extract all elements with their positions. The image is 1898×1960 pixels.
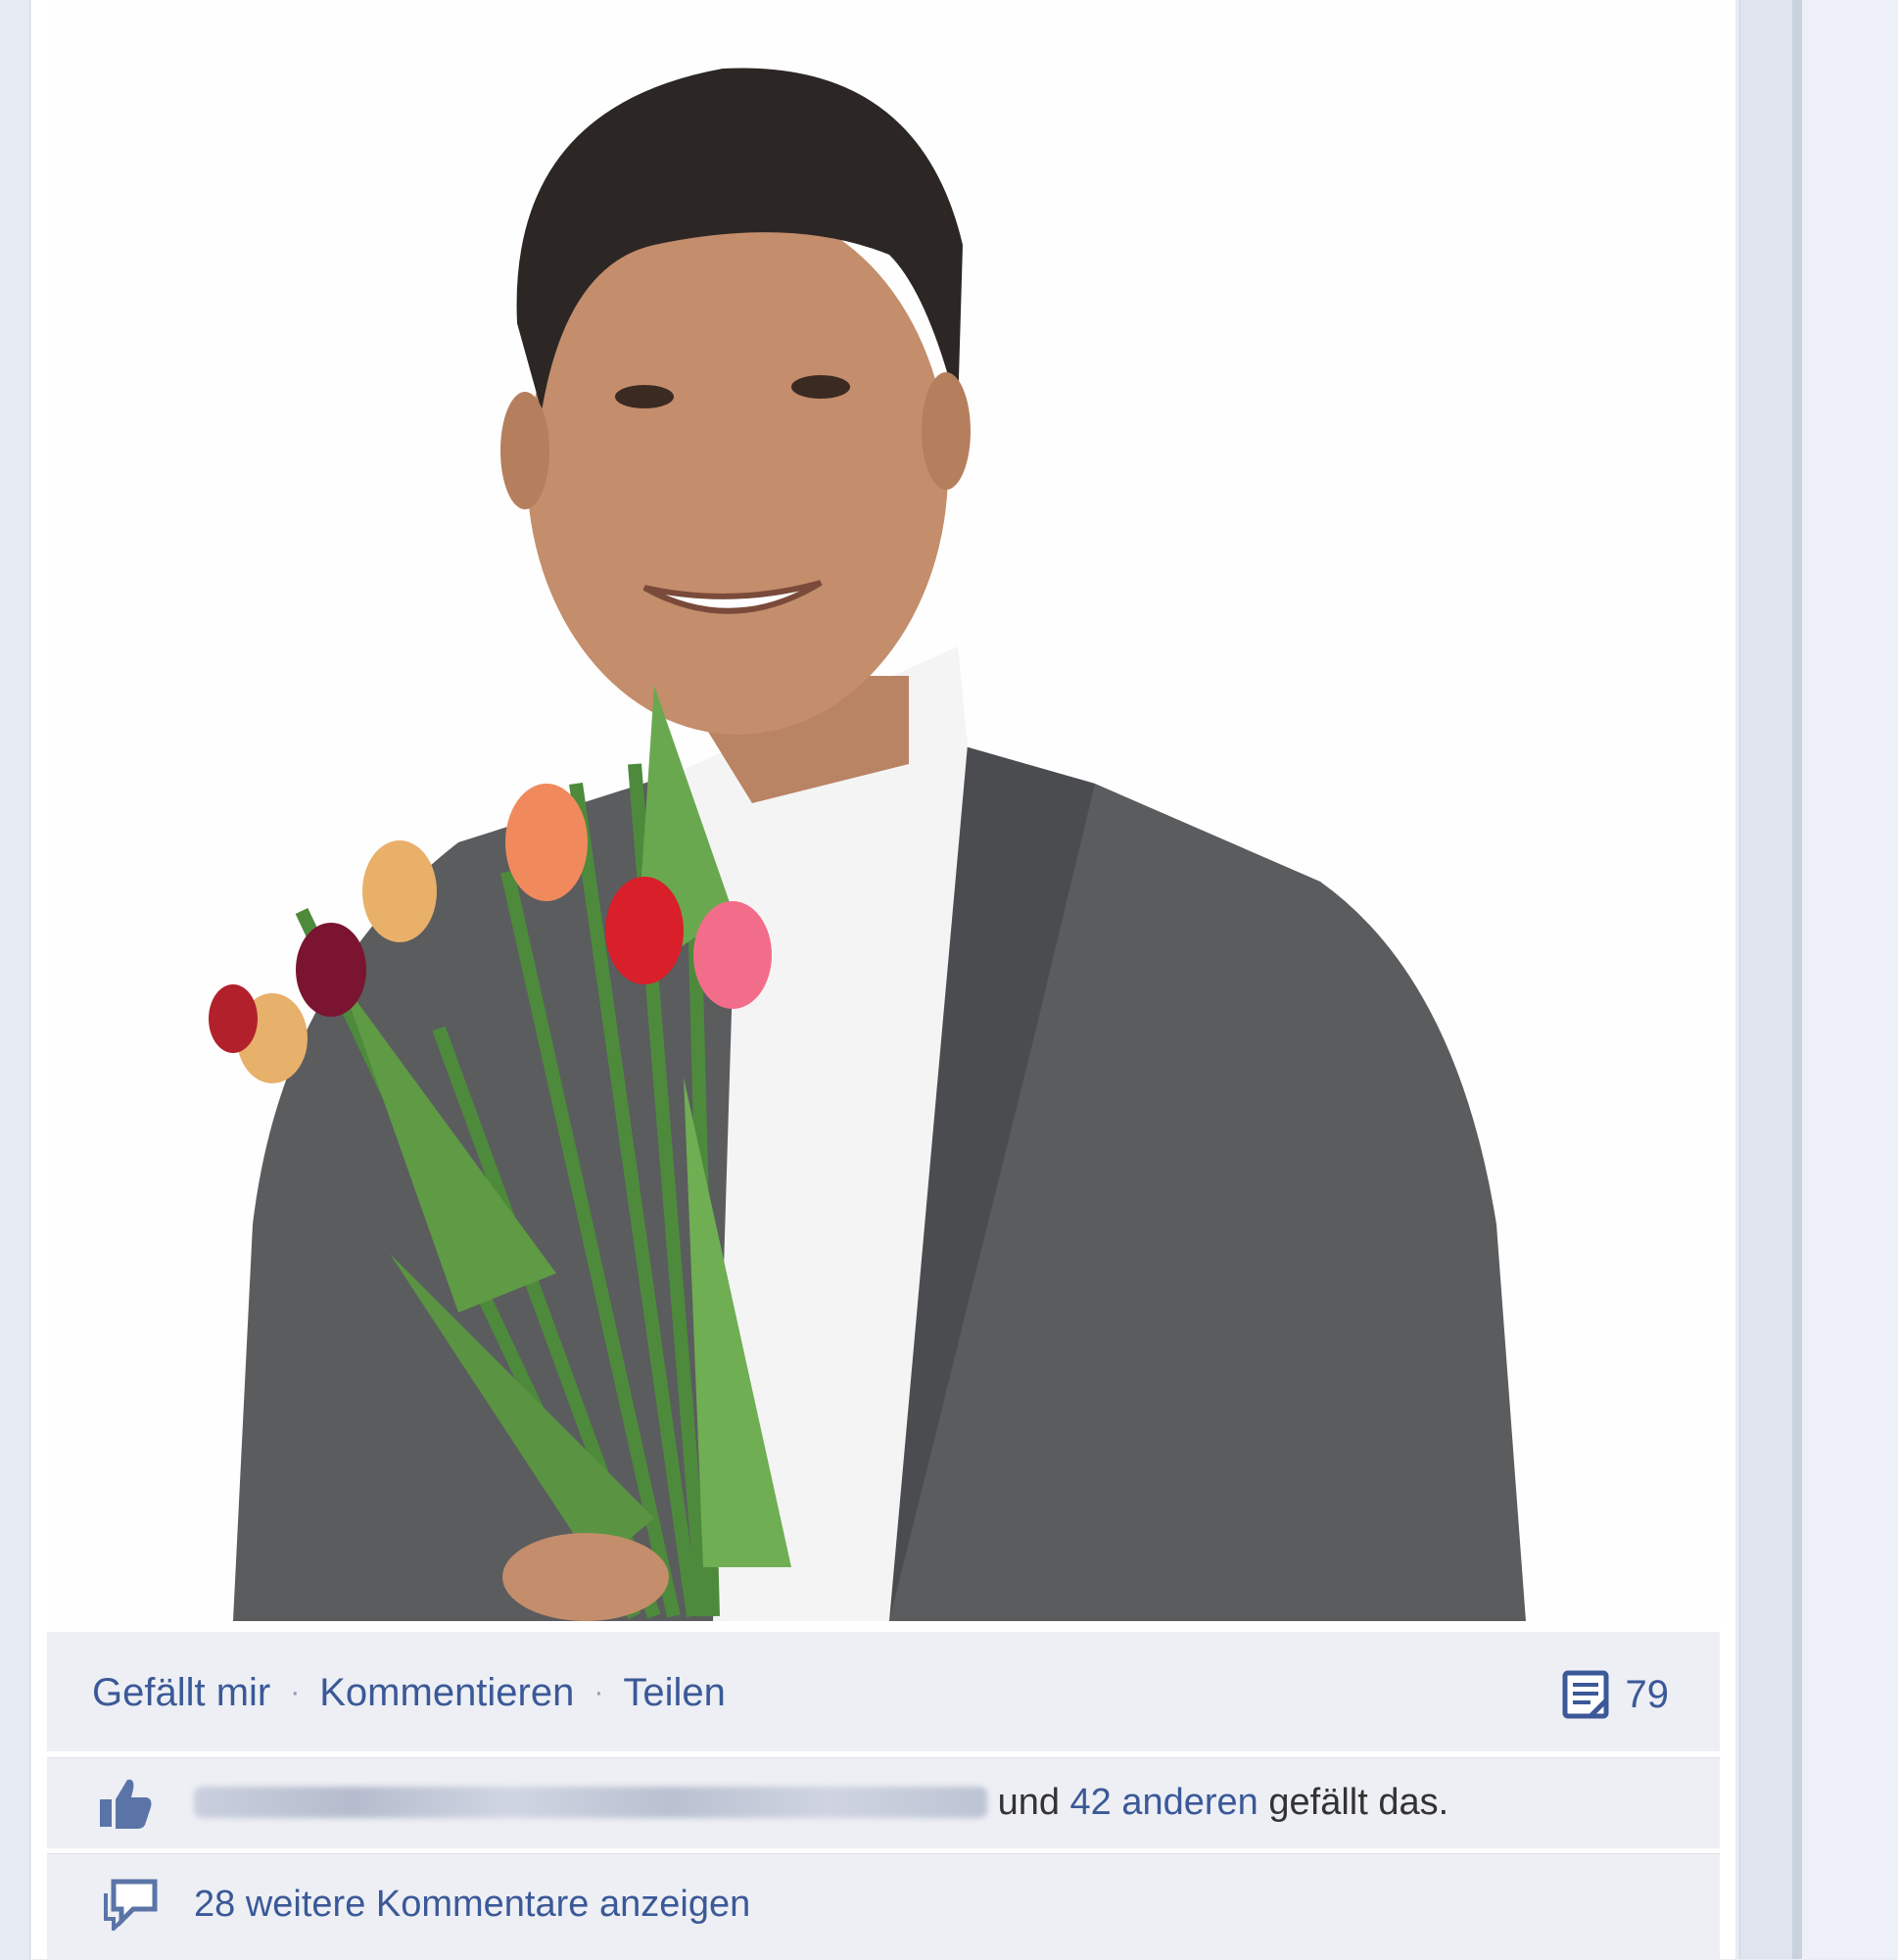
comments-icon (104, 1879, 158, 1931)
photo-illustration (47, 0, 1722, 1621)
separator-dot: · (593, 1676, 604, 1708)
comment-count-link[interactable]: 79 (1561, 1669, 1670, 1720)
separator-dot: · (290, 1676, 301, 1708)
likes-summary: und 42 anderen gefällt das. (47, 1757, 1720, 1848)
post-photo[interactable] (47, 0, 1722, 1621)
like-link[interactable]: Gefällt mir (92, 1671, 270, 1714)
others-link[interactable]: 42 anderen (1070, 1782, 1258, 1823)
left-gutter (0, 0, 30, 1959)
action-links: Gefällt mir · Kommentieren · Teilen (92, 1671, 726, 1715)
right-column (1802, 0, 1898, 1959)
comment-count: 79 (1625, 1672, 1670, 1716)
show-more-comments-link[interactable]: 28 weitere Kommentare anzeigen (194, 1884, 750, 1926)
story-action-bar: Gefällt mir · Kommentieren · Teilen 79 (47, 1632, 1720, 1751)
scroll-track (1792, 0, 1802, 1959)
likes-suffix: gefällt das. (1268, 1782, 1449, 1823)
like-thumb-icon (100, 1779, 152, 1829)
share-link[interactable]: Teilen (623, 1671, 726, 1714)
likes-text: und 42 anderen gefällt das. (194, 1782, 1448, 1824)
blurred-names (194, 1787, 987, 1818)
more-comments-row: 28 weitere Kommentare anzeigen (47, 1853, 1720, 1960)
comment-link[interactable]: Kommentieren (319, 1671, 574, 1714)
comment-count-icon (1562, 1670, 1608, 1719)
likes-connector: und (997, 1782, 1060, 1823)
right-sidebar-divider (1739, 0, 1793, 1959)
